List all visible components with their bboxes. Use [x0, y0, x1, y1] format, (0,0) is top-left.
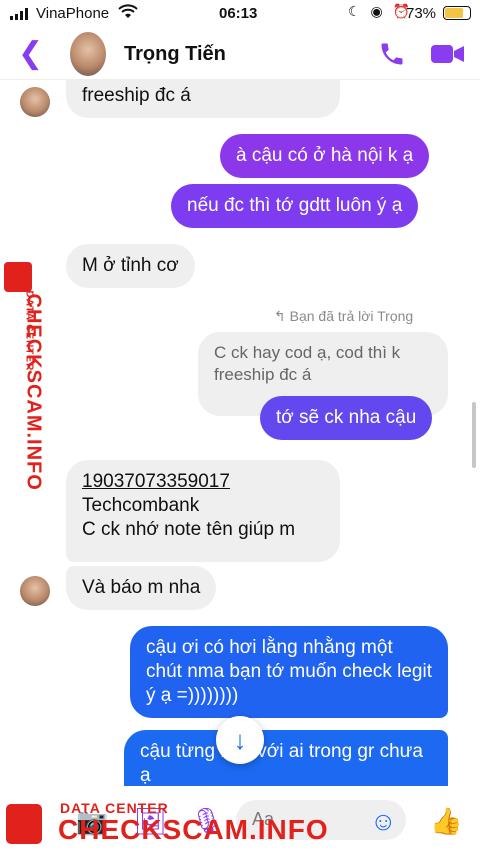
message-text: à cậu có ở hà nội k ạ: [236, 145, 414, 166]
message-bubble-outgoing[interactable]: cậu từng bán với ai trong gr chưa ạ: [124, 730, 448, 786]
battery-icon: [443, 6, 471, 20]
message-text: M ở tỉnh cơ: [82, 255, 179, 276]
message-text: nếu đc thì tớ gdtt luôn ý ạ: [187, 195, 403, 216]
message-text: cậu ơi có hơi lằng nhằng một chút nma bạ…: [146, 637, 433, 706]
message-bubble-incoming[interactable]: freeship đc á: [66, 80, 340, 118]
video-camera-icon[interactable]: [430, 42, 466, 66]
message-text: C ck nhớ note tên giúp m: [82, 519, 296, 540]
message-bubble-outgoing[interactable]: nếu đc thì tớ gdtt luôn ý ạ: [171, 184, 419, 228]
watermark-brand: CHECKSCAM.INFO: [22, 293, 45, 491]
signal-icon: [10, 8, 28, 20]
message-bubble-outgoing[interactable]: tớ sẽ ck nha cậu: [260, 396, 433, 440]
back-icon[interactable]: ❮: [18, 36, 43, 71]
lock-icon: [6, 804, 42, 844]
message-bubble-incoming[interactable]: 19037073359017 Techcombank C ck nhớ note…: [66, 460, 340, 562]
watermark-side: DATA CENTER CHECKSCAM.INFO: [0, 262, 50, 492]
phone-icon[interactable]: [378, 40, 406, 68]
emoji-icon[interactable]: ☺: [370, 806, 397, 837]
thumbs-up-icon[interactable]: 👍: [430, 806, 462, 837]
message-text: freeship đc á: [82, 85, 191, 106]
message-text: Và báo m nha: [82, 577, 201, 598]
message-bubble-outgoing[interactable]: à cậu có ở hà nội k ạ: [220, 134, 430, 178]
watermark-brand: CHECKSCAM.INFO: [58, 814, 329, 845]
contact-avatar-small: [20, 576, 50, 606]
contact-avatar-small: [20, 87, 50, 117]
message-list[interactable]: freeship đc á à cậu có ở hà nội k ạ nếu …: [0, 80, 480, 786]
reply-icon: ↰: [274, 308, 286, 324]
battery-percent: 73%: [406, 5, 437, 22]
reply-note-text: Bạn đã trả lời Trọng: [289, 308, 414, 324]
quoted-message-text: C ck hay cod ạ, cod thì k freeship đc á: [214, 343, 401, 384]
carrier-name: VinaPhone: [36, 5, 110, 22]
bank-name: Techcombank: [82, 495, 200, 516]
reply-note: ↰ Bạn đã trả lời Trọng: [274, 308, 413, 325]
lock-icon: [4, 262, 32, 292]
message-bubble-incoming[interactable]: M ở tỉnh cơ: [66, 244, 195, 288]
contact-name[interactable]: Trọng Tiến: [124, 43, 226, 66]
status-bar: VinaPhone 06:13 ☾ ◉ ⏰ 73%: [0, 0, 480, 28]
watermark-bottom: DATA CENTER CHECKSCAM.INFO: [0, 792, 328, 852]
contact-avatar[interactable]: [70, 32, 106, 76]
account-number[interactable]: 19037073359017: [82, 470, 324, 494]
clock: 06:13: [219, 5, 258, 22]
scrollbar[interactable]: [472, 402, 476, 468]
message-bubble-outgoing[interactable]: cậu ơi có hơi lằng nhằng một chút nma bạ…: [130, 626, 448, 718]
system-status-icons: ☾ ◉ ⏰: [348, 3, 413, 19]
message-text: tớ sẽ ck nha cậu: [276, 407, 417, 428]
message-bubble-incoming[interactable]: Và báo m nha: [66, 566, 217, 610]
wifi-icon: [118, 4, 138, 24]
arrow-down-icon[interactable]: ↓: [216, 716, 264, 764]
message-text: cậu từng bán với ai trong gr chưa ạ: [140, 741, 423, 786]
chat-header: ❮ Trọng Tiến: [0, 28, 480, 80]
